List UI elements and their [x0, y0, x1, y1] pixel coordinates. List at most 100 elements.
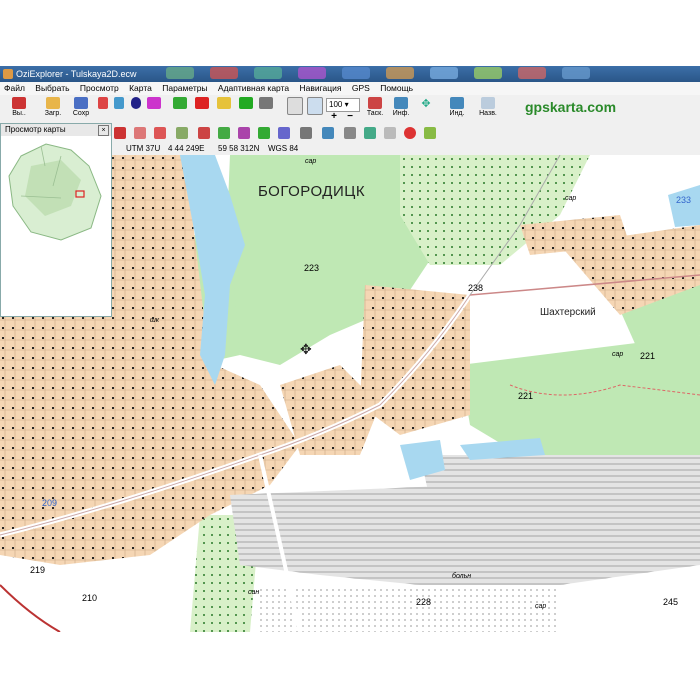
menu-select[interactable]: Выбрать	[31, 82, 73, 95]
menu-file[interactable]: Файл	[0, 82, 29, 95]
elevation-label: 221	[640, 351, 656, 361]
tree-icon[interactable]	[424, 127, 436, 139]
stop-icon[interactable]	[404, 127, 416, 139]
elevation-label: 219	[30, 565, 46, 575]
zoom-select[interactable]: 100 ▾	[326, 98, 360, 112]
zoom-in-button[interactable]: +	[326, 111, 342, 122]
waypoint-button[interactable]	[97, 97, 109, 121]
elevation-label: 223	[304, 263, 320, 273]
gps-out-icon[interactable]	[198, 127, 210, 139]
elevation-label: 210	[82, 593, 98, 603]
info-icon	[394, 97, 408, 109]
index-icon	[450, 97, 464, 109]
draw-button[interactable]	[172, 97, 188, 121]
main-toolbar: Вы.. Загр. Сохр 100 ▾ + − Таск. Инф. ✥ И…	[0, 95, 700, 124]
track-button[interactable]	[146, 97, 162, 121]
zoom-full-icon[interactable]	[134, 127, 146, 139]
app-icon	[3, 69, 13, 79]
move-icon	[368, 97, 382, 109]
northing-value: 59 58 312N	[218, 144, 260, 153]
map-note: сар	[305, 158, 317, 165]
select-icon	[307, 97, 323, 115]
waypoint-list-icon[interactable]	[322, 127, 334, 139]
menu-view[interactable]: Просмотр	[76, 82, 123, 95]
gps-in-icon[interactable]	[218, 127, 230, 139]
menu-map[interactable]: Карта	[125, 82, 156, 95]
arrows-button[interactable]: ✥	[414, 97, 438, 121]
taskbar-icons	[150, 67, 700, 81]
index-button[interactable]: Инд.	[446, 97, 468, 121]
gps-track-icon[interactable]	[258, 127, 270, 139]
draw-icon	[173, 97, 187, 109]
crosshair-cursor-icon: ✥	[300, 341, 312, 357]
map-note: сан	[248, 589, 260, 596]
easting-value: 4 44 249E	[168, 144, 205, 153]
brand-logo: gpskarta.com	[525, 99, 617, 115]
select-tool-button[interactable]	[306, 97, 324, 121]
minus-icon: −	[347, 111, 353, 122]
event-icon	[114, 97, 124, 109]
point-button[interactable]	[216, 97, 232, 121]
zoom-tool-button[interactable]	[286, 97, 304, 121]
menu-bar: Файл Выбрать Просмотр Карта Параметры Ад…	[0, 82, 700, 95]
map-tool-icon[interactable]	[176, 127, 188, 139]
oziexplorer-window: OziExplorer - Tulskaya2D.ecw Файл Выбрат…	[0, 66, 700, 632]
menu-help[interactable]: Помощь	[376, 82, 417, 95]
close-icon[interactable]: ×	[98, 125, 109, 136]
route-icon	[195, 97, 209, 109]
load-icon	[46, 97, 60, 109]
elevation-label: 221	[518, 391, 534, 401]
flag-button[interactable]	[238, 97, 254, 121]
menu-gps[interactable]: GPS	[348, 82, 374, 95]
lines-button[interactable]	[258, 97, 274, 121]
overview-panel: Просмотр карты ×	[0, 123, 112, 317]
names-button[interactable]: Назв.	[475, 97, 501, 121]
zoom-area-icon[interactable]	[154, 127, 166, 139]
pan-arrows-icon: ✥	[421, 98, 431, 110]
track-icon	[147, 97, 161, 109]
map-note: больн	[452, 573, 472, 580]
gps-wp-icon[interactable]	[238, 127, 250, 139]
map-note: сар	[535, 603, 547, 610]
event-button[interactable]	[113, 97, 125, 121]
map-note: сар	[565, 195, 577, 202]
map-note: сар	[612, 351, 624, 358]
tool-icon[interactable]	[384, 127, 396, 139]
route-button[interactable]	[194, 97, 210, 121]
secondary-toolbar	[110, 123, 700, 143]
marker-button[interactable]	[130, 97, 142, 121]
move-button[interactable]: Таск.	[364, 97, 386, 121]
datum-value: WGS 84	[268, 144, 299, 153]
lines-icon[interactable]	[300, 127, 312, 139]
marker-icon	[131, 97, 141, 109]
settlement-label: Шахтерский	[540, 307, 596, 318]
elevation-label: 233	[676, 195, 692, 205]
overview-map[interactable]	[1, 136, 109, 246]
magnifier-icon	[287, 97, 303, 115]
zoom-all-icon[interactable]	[114, 127, 126, 139]
load-button[interactable]: Загр.	[40, 97, 66, 121]
lines-icon	[259, 97, 273, 109]
save-button[interactable]: Сохр	[68, 97, 94, 121]
overview-header: Просмотр карты ×	[1, 124, 111, 136]
zoom-out-button[interactable]: −	[342, 111, 358, 122]
exit-icon	[12, 97, 26, 109]
grid-icon[interactable]	[344, 127, 356, 139]
utm-zone: UTM 37U	[126, 144, 161, 153]
crosshair-icon[interactable]	[364, 127, 376, 139]
elevation-label: 228	[416, 597, 432, 607]
gps-route-icon[interactable]	[278, 127, 290, 139]
info-button[interactable]: Инф.	[390, 97, 412, 121]
map-note: шк	[150, 317, 160, 324]
menu-parameters[interactable]: Параметры	[158, 82, 211, 95]
chevron-down-icon: ▾	[344, 100, 349, 109]
plus-icon: +	[331, 111, 337, 122]
overview-title: Просмотр карты	[5, 125, 66, 134]
title-bar: OziExplorer - Tulskaya2D.ecw	[0, 66, 700, 82]
menu-adaptive-map[interactable]: Адаптивная карта	[214, 82, 293, 95]
save-icon	[74, 97, 88, 109]
menu-navigation[interactable]: Навигация	[296, 82, 346, 95]
waypoint-icon	[98, 97, 108, 109]
flag-icon	[239, 97, 253, 109]
exit-button[interactable]: Вы..	[6, 97, 32, 121]
